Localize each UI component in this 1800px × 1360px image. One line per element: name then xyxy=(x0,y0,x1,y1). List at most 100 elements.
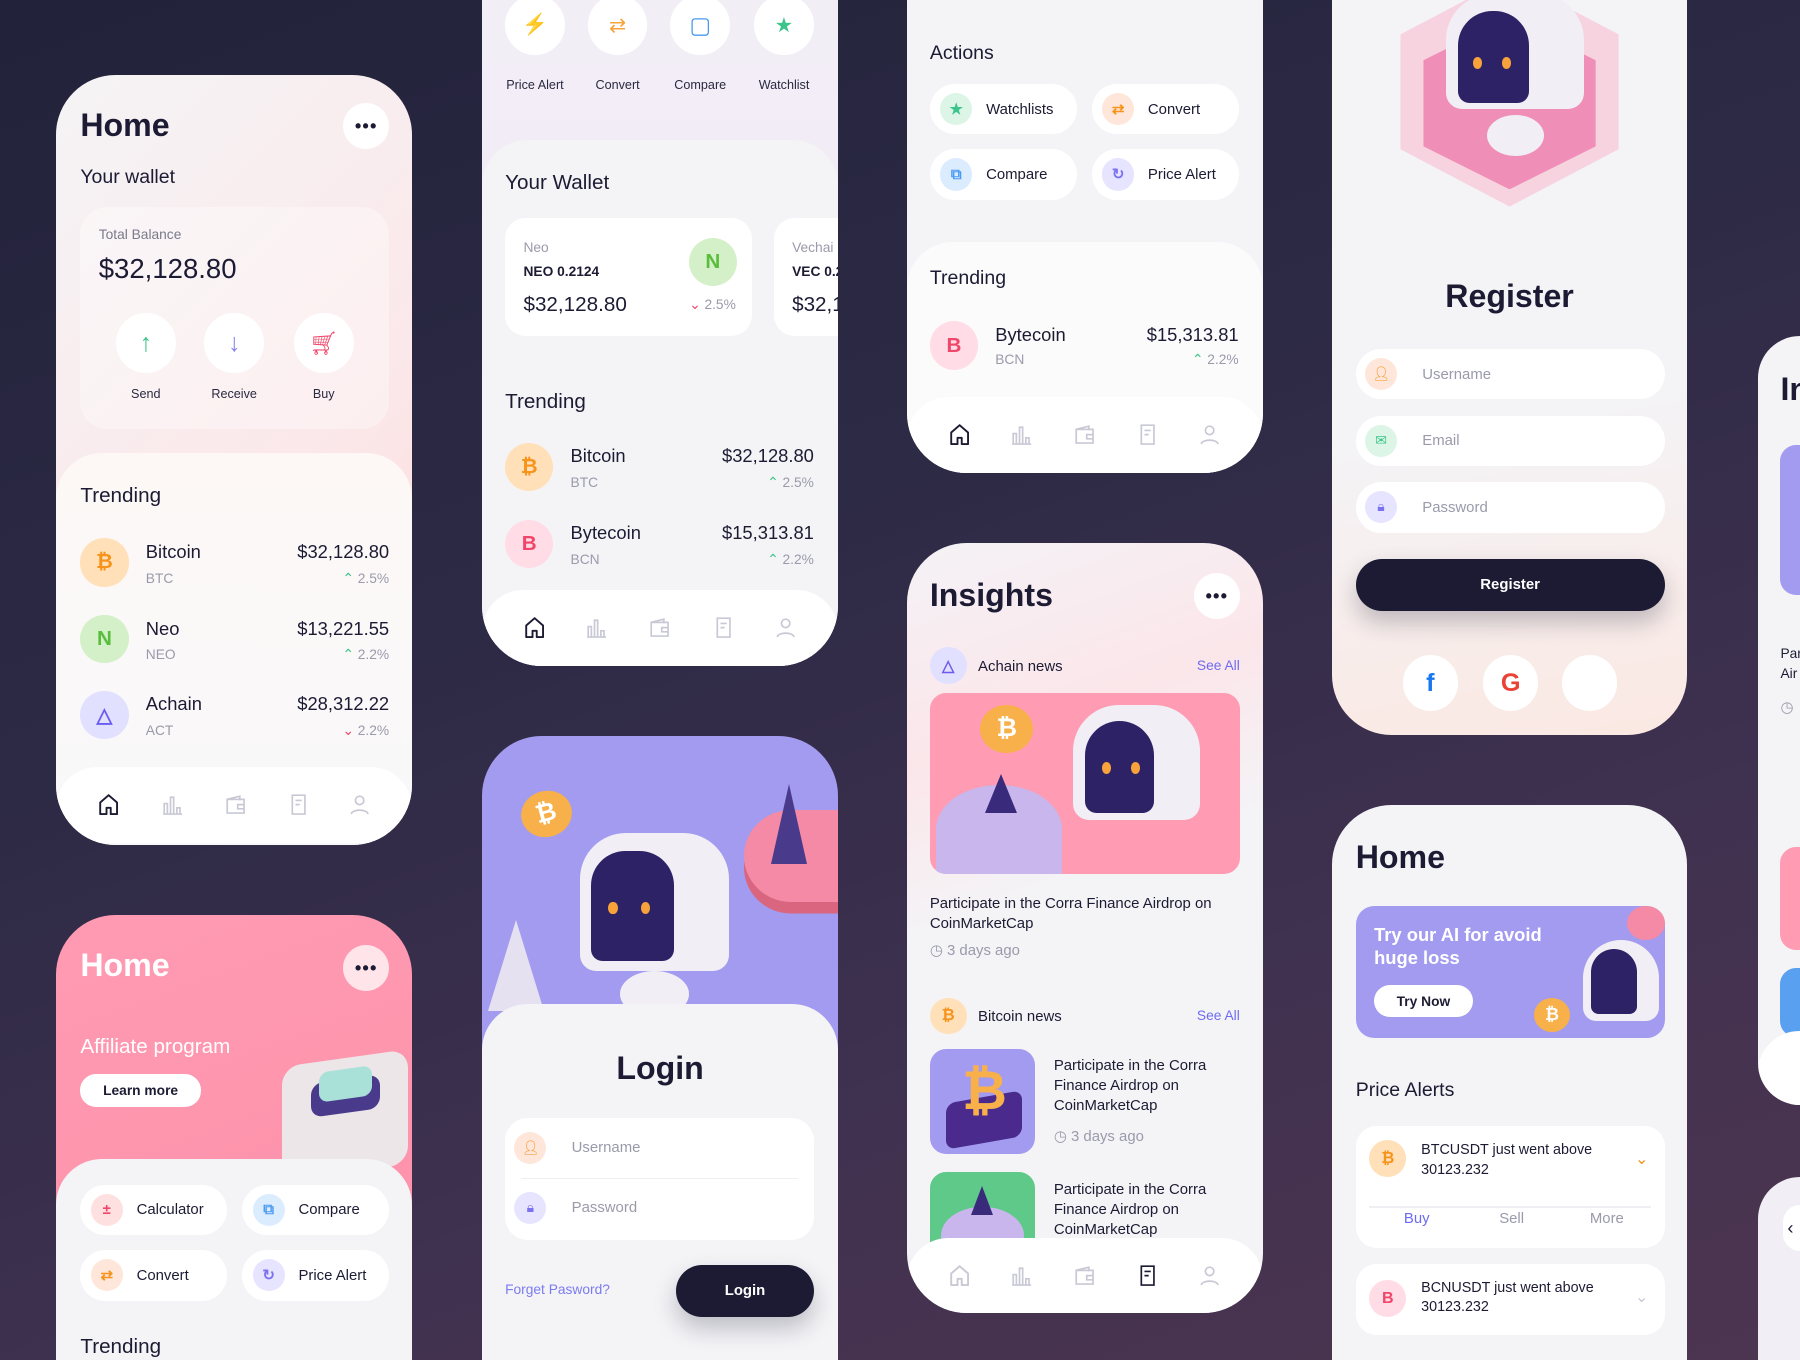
chevron-down-icon[interactable]: ⌄ xyxy=(1635,1287,1648,1307)
bytecoin-icon: B xyxy=(1369,1279,1407,1317)
bottom-nav xyxy=(906,1237,1263,1314)
register-button[interactable]: Register xyxy=(1355,559,1665,611)
receive-button[interactable]: ↓ xyxy=(204,313,264,374)
user-icon[interactable] xyxy=(347,792,372,817)
buy-action[interactable]: Buy xyxy=(1404,1210,1430,1227)
calculator-button[interactable]: ± Calculator xyxy=(80,1184,228,1236)
wallet-card-vechain[interactable]: Vechai VEC 0.2 $32,1 xyxy=(773,218,838,337)
wallet-value: $32,128.80 xyxy=(523,292,627,316)
username-placeholder: Username xyxy=(571,1139,641,1157)
price-alert-quick-button[interactable]: ⚡ xyxy=(505,0,565,56)
password-input[interactable]: 🔒︎ Password xyxy=(1355,482,1665,533)
wallet-icon[interactable] xyxy=(223,792,248,817)
coin-symbol: BCN xyxy=(995,352,1025,368)
home-icon[interactable] xyxy=(96,792,121,817)
news-headline[interactable]: Participate in the Corra Finance Airdrop… xyxy=(930,894,1240,933)
clock-icon: ◷ xyxy=(1053,1128,1071,1146)
chevron-down-icon[interactable]: ⌄ xyxy=(1635,1149,1648,1169)
news-headline[interactable]: Participate in the Corra Finance Airdrop… xyxy=(1054,1180,1238,1240)
trending-row-bitcoin[interactable]: ₿ Bitcoin BTC $32,128.80 ⌃ 2.5% xyxy=(80,538,389,591)
username-input[interactable]: 👤︎ Username xyxy=(1355,348,1665,400)
forgot-password-link[interactable]: Forget Pasword? xyxy=(505,1282,610,1297)
wallet-card-neo[interactable]: Neo NEO 0.2124 $32,128.80 N ⌄ 2.5% xyxy=(505,218,752,337)
document-icon[interactable] xyxy=(1135,422,1160,447)
user-icon[interactable] xyxy=(1197,1263,1222,1288)
watchlists-button[interactable]: ★ Watchlists xyxy=(929,83,1077,135)
price-alert-button[interactable]: ↻ Price Alert xyxy=(1091,149,1239,200)
receive-label: Receive xyxy=(211,386,257,401)
chart-icon[interactable] xyxy=(160,792,185,817)
wallet-icon[interactable] xyxy=(647,615,672,640)
document-icon[interactable] xyxy=(1135,1263,1160,1288)
chart-icon[interactable] xyxy=(584,615,609,640)
news-image[interactable]: ₿ xyxy=(929,693,1240,874)
chart-icon[interactable] xyxy=(1009,1263,1034,1288)
alert-card[interactable]: B BCNUSDT just went above 30123.232 ⌄ xyxy=(1355,1263,1665,1336)
document-icon[interactable] xyxy=(711,615,736,640)
login-button[interactable]: Login xyxy=(676,1265,814,1317)
facebook-icon[interactable]: f xyxy=(1402,655,1458,711)
trending-row-neo[interactable]: N Neo NEO $13,221.55 ⌃ 2.2% xyxy=(80,615,389,668)
send-button[interactable]: ↑ xyxy=(115,313,176,374)
convert-icon: ⇄ xyxy=(608,13,627,37)
apple-icon[interactable] xyxy=(1562,655,1618,711)
see-all-link[interactable]: See All xyxy=(1197,1008,1240,1023)
section-title: Price Alerts xyxy=(1355,1079,1455,1102)
pill-label: Price Alert xyxy=(298,1266,367,1284)
news-headline[interactable]: Par Air xyxy=(1780,644,1800,683)
trending-title: Trending xyxy=(929,267,1007,290)
try-now-button[interactable]: Try Now xyxy=(1374,984,1473,1018)
see-all-link[interactable]: See All xyxy=(1197,658,1240,673)
more-menu-button[interactable]: ••• xyxy=(343,944,390,991)
wallet-label: Your wallet xyxy=(80,166,176,189)
more-menu-button[interactable]: ••• xyxy=(1193,572,1240,619)
bottom-nav xyxy=(482,590,838,666)
more-action[interactable]: More xyxy=(1590,1210,1624,1227)
home-icon[interactable] xyxy=(522,615,547,640)
arrow-down-icon: ↓ xyxy=(227,328,241,357)
news-image[interactable] xyxy=(1780,445,1800,595)
trending-row-bitcoin[interactable]: ₿ Bitcoin BTC $32,128.80 ⌃ 2.5% xyxy=(505,443,814,496)
home-icon[interactable] xyxy=(947,1263,972,1288)
back-icon[interactable]: ‹ xyxy=(1782,1205,1800,1252)
promo-banner: Try our AI for avoid huge loss Try Now ₿ xyxy=(1355,905,1665,1038)
document-icon[interactable] xyxy=(286,792,311,817)
page-title: Home xyxy=(80,947,170,984)
user-icon[interactable] xyxy=(1197,422,1222,447)
actions-panel: ± Calculator ⧉ Compare ⇄ Convert ↻ Price Ale… xyxy=(56,1159,413,1360)
wallet-icon[interactable] xyxy=(1072,1263,1097,1288)
trending-row-bytecoin[interactable]: B Bytecoin BCN $15,313.81 ⌃ 2.2% xyxy=(929,321,1239,374)
watchlist-quick-button[interactable]: ★ xyxy=(754,0,814,56)
password-input[interactable]: 🔒︎ Password xyxy=(505,1182,814,1233)
news-thumbnail[interactable]: ₿ xyxy=(929,1049,1036,1154)
email-input[interactable]: ✉ Email xyxy=(1355,415,1665,467)
trending-title: Trending xyxy=(80,1335,162,1359)
price-alert-button[interactable]: ↻ Price Alert xyxy=(242,1250,390,1301)
buy-button[interactable]: 🛒︎ xyxy=(293,313,354,374)
convert-quick-button[interactable]: ⇄ xyxy=(587,0,648,56)
alert-card[interactable]: ₿ BTCUSDT just went above 30123.232 ⌄ Bu… xyxy=(1355,1126,1665,1248)
trending-row-achain[interactable]: △ Achain ACT $28,312.22 ⌄ 2.2% xyxy=(80,691,389,744)
compare-button[interactable]: ⧉ Compare xyxy=(929,149,1077,200)
compare-button[interactable]: ⧉ Compare xyxy=(242,1184,390,1236)
compare-quick-button[interactable]: ▢ xyxy=(670,0,731,56)
clock-icon: ◷ xyxy=(1780,698,1794,716)
google-icon[interactable]: G xyxy=(1483,655,1539,711)
news-thumbnail[interactable] xyxy=(1780,967,1800,1037)
down-arrow-icon: ⌄ xyxy=(689,297,705,313)
username-input[interactable]: 👤︎ Username xyxy=(505,1122,814,1174)
sell-action[interactable]: Sell xyxy=(1499,1210,1524,1227)
wallet-icon[interactable] xyxy=(1072,422,1097,447)
news-headline[interactable]: Participate in the Corra Finance Airdrop… xyxy=(1054,1056,1238,1116)
home-icon[interactable] xyxy=(947,422,972,447)
learn-more-button[interactable]: Learn more xyxy=(80,1074,201,1107)
chart-icon[interactable] xyxy=(1009,422,1034,447)
convert-button[interactable]: ⇄ Convert xyxy=(1091,83,1239,135)
more-menu-button[interactable]: ••• xyxy=(343,103,390,150)
news-thumbnail[interactable] xyxy=(1780,847,1800,951)
pill-label: Watchlists xyxy=(986,100,1054,118)
register-screen: Register 👤︎ Username ✉ Email 🔒︎ Password Re… xyxy=(1331,0,1688,735)
trending-row-bytecoin[interactable]: B Bytecoin BCN $15,313.81 ⌃ 2.2% xyxy=(505,520,814,573)
user-icon[interactable] xyxy=(773,615,798,640)
convert-button[interactable]: ⇄ Convert xyxy=(80,1250,228,1301)
